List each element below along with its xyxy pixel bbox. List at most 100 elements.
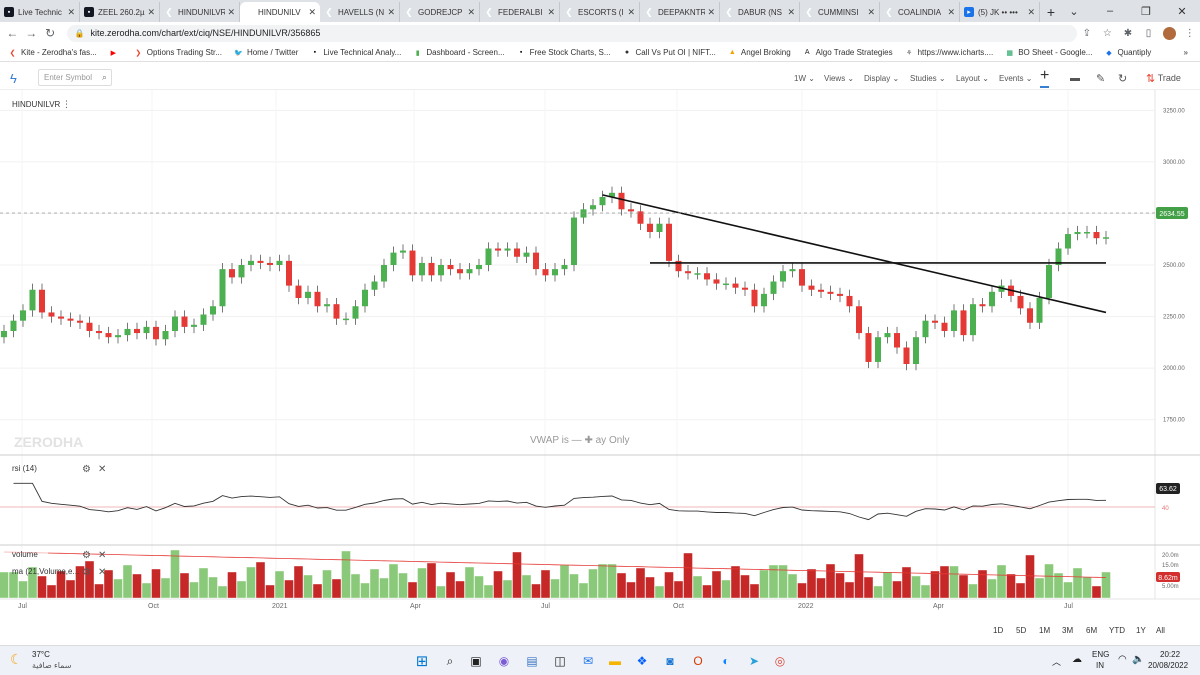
minimize-icon[interactable]: – (1092, 0, 1128, 22)
layout-dropdown[interactable]: Layout ⌄ (956, 66, 989, 90)
events-dropdown[interactable]: Events ⌄ (999, 66, 1032, 90)
telegram-icon[interactable]: ➤ (744, 651, 764, 671)
price-chart[interactable]: 3250.003000.002750.002500.002250.002000.… (0, 90, 1200, 617)
back-icon[interactable]: ← (4, 24, 21, 42)
bookmark-item[interactable]: ▪ Free Stock Charts, S... (517, 48, 611, 57)
browser-tab[interactable]: ❮ FEDERALBI ✕ (480, 2, 560, 22)
bookmark-item[interactable]: ▪ Live Technical Analy... (310, 48, 402, 57)
file-explorer-icon[interactable]: ▬ (605, 651, 625, 671)
clock-date[interactable]: 20/08/2022 (1148, 661, 1188, 670)
tab-close-icon[interactable]: ✕ (547, 7, 555, 18)
bookmark-item[interactable]: ▲ Angel Broking (728, 48, 791, 57)
symbol-search-input[interactable]: Enter Symbol ⌕ (38, 69, 112, 86)
office-icon[interactable]: O (688, 651, 708, 671)
studies-dropdown[interactable]: Studies ⌄ (910, 66, 946, 90)
range-button-all[interactable]: All (1156, 626, 1165, 635)
tab-close-icon[interactable]: ✕ (147, 7, 155, 18)
bookmark-item[interactable]: ❯ Options Trading Str... (134, 48, 222, 57)
mail-icon[interactable]: ✉ (578, 651, 598, 671)
widgets-icon[interactable]: ▤ (522, 651, 542, 671)
store-icon[interactable]: ◫ (550, 651, 570, 671)
tab-close-icon[interactable]: ✕ (67, 7, 75, 18)
range-button-1d[interactable]: 1D (993, 626, 1003, 635)
bookmark-item[interactable]: 🐦 Home / Twitter (234, 48, 298, 57)
restore-icon[interactable]: ❐ (1128, 0, 1164, 22)
extensions-icon[interactable]: ✱ (1118, 24, 1139, 42)
tab-close-icon[interactable]: ✕ (947, 7, 955, 18)
interval-dropdown[interactable]: 1W ⌄ (794, 66, 815, 90)
range-button-6m[interactable]: 6M (1086, 626, 1097, 635)
range-button-ytd[interactable]: YTD (1109, 626, 1125, 635)
bookmark-item[interactable]: ▦ BO Sheet - Google... (1005, 48, 1092, 57)
tab-close-icon[interactable]: ✕ (227, 7, 235, 18)
windows-start-icon[interactable]: ⊞ (412, 651, 432, 671)
range-button-1y[interactable]: 1Y (1136, 626, 1146, 635)
profile-avatar[interactable] (1159, 24, 1180, 42)
browser-tab[interactable]: ▸ (5) JK •• ••• ✕ (960, 2, 1040, 22)
app-icon[interactable]: ◙ (660, 651, 680, 671)
browser-tab[interactable]: ❮ HINDUNILVR ✕ (160, 2, 240, 22)
reset-icon[interactable]: ↻ (1118, 66, 1127, 90)
lightning-icon[interactable]: ϟ (10, 66, 17, 90)
bookmark-item[interactable]: ▶ (109, 48, 122, 57)
browser-tab[interactable]: ❮ GODREJCP ✕ (400, 2, 480, 22)
bookmark-item[interactable]: ◆ Quantiply (1104, 48, 1151, 57)
browser-tab[interactable]: ❮ ESCORTS (I ✕ (560, 2, 640, 22)
share-icon[interactable]: ⇪ (1077, 24, 1098, 42)
comment-icon[interactable]: ▬ (1070, 66, 1080, 90)
tab-close-icon[interactable]: ✕ (867, 7, 875, 18)
reload-icon[interactable]: ↻ (42, 24, 59, 42)
star-icon[interactable]: ☆ (1097, 24, 1118, 42)
chrome-icon[interactable]: ◎ (770, 651, 790, 671)
task-view-icon[interactable]: ▣ (466, 651, 486, 671)
browser-tab[interactable]: ▪ ZEEL 260.2µ ✕ (80, 2, 160, 22)
candle-body (970, 304, 976, 336)
tab-close-icon[interactable]: ✕ (1027, 7, 1035, 18)
search-icon[interactable]: ⌕ (440, 651, 460, 671)
tab-close-icon[interactable]: ✕ (627, 7, 635, 18)
chat-icon[interactable]: ◉ (494, 651, 514, 671)
browser-tab[interactable]: ❮ DABUR (NS ✕ (720, 2, 800, 22)
range-button-5d[interactable]: 5D (1016, 626, 1026, 635)
tab-close-icon[interactable]: ✕ (707, 7, 715, 18)
bookmark-item[interactable]: ❮ Kite - Zerodha's fas... (8, 48, 97, 57)
wifi-icon[interactable]: ◠ (1118, 654, 1127, 665)
lang-eng[interactable]: ENG (1092, 650, 1109, 659)
tab-close-icon[interactable]: ✕ (387, 7, 395, 18)
menu-icon[interactable]: ⋮ (1179, 24, 1200, 42)
chart-area[interactable]: 3250.003000.002750.002500.002250.002000.… (0, 90, 1200, 617)
chevron-down-icon[interactable]: ⌄ (1056, 0, 1092, 22)
bookmark-item[interactable]: ▮ Dashboard - Screen... (413, 48, 505, 57)
dropbox-icon[interactable]: ❖ (632, 651, 652, 671)
views-dropdown[interactable]: Views ⌄ (824, 66, 854, 90)
range-button-3m[interactable]: 3M (1062, 626, 1073, 635)
browser-tab[interactable]: ❮ COALINDIA ✕ (880, 2, 960, 22)
display-dropdown[interactable]: Display ⌄ (864, 66, 899, 90)
sidepanel-icon[interactable]: ▯ (1138, 24, 1159, 42)
bookmark-item[interactable]: ● Call Vs Put OI | NIFT... (623, 48, 716, 57)
forward-icon[interactable]: → (23, 24, 40, 42)
crosshair-icon[interactable]: + (1040, 66, 1050, 88)
tab-close-icon[interactable]: ✕ (787, 7, 795, 18)
tray-chevron-icon[interactable]: ︿ (1052, 655, 1061, 668)
browser-tab[interactable]: ❮ CUMMINSI ✕ (800, 2, 880, 22)
bookmark-item[interactable]: A Algo Trade Strategies (803, 48, 893, 57)
range-button-1m[interactable]: 1M (1039, 626, 1050, 635)
tab-close-icon[interactable]: ✕ (467, 7, 475, 18)
bookmarks-overflow-icon[interactable]: » (1184, 48, 1188, 57)
browser-tab[interactable]: ❮ HAVELLS (N ✕ (320, 2, 400, 22)
browser-tab[interactable]: ❮ HINDUNILV ✕ (240, 2, 320, 22)
speaker-icon[interactable]: 🔈 (1132, 654, 1144, 665)
browser-tab[interactable]: ▪ Live Technic ✕ (0, 2, 80, 22)
tab-close-icon[interactable]: ✕ (308, 7, 316, 18)
draw-pencil-icon[interactable]: ✎ (1096, 66, 1105, 90)
edge-icon[interactable]: ◐ (716, 651, 736, 671)
clock-time[interactable]: 20:22 (1160, 650, 1180, 659)
candle-body (1103, 237, 1109, 239)
cloud-icon[interactable]: ☁ (1072, 654, 1082, 665)
close-window-icon[interactable]: ✕ (1164, 0, 1200, 22)
trade-button[interactable]: ⇅ Trade (1146, 66, 1181, 90)
browser-tab[interactable]: ❮ DEEPAKNTR ✕ (640, 2, 720, 22)
bookmark-item[interactable]: ⚘ https://www.icharts.... (905, 48, 993, 57)
url-field[interactable]: 🔒 kite.zerodha.com/chart/ext/ciq/NSE/HIN… (66, 24, 1077, 42)
